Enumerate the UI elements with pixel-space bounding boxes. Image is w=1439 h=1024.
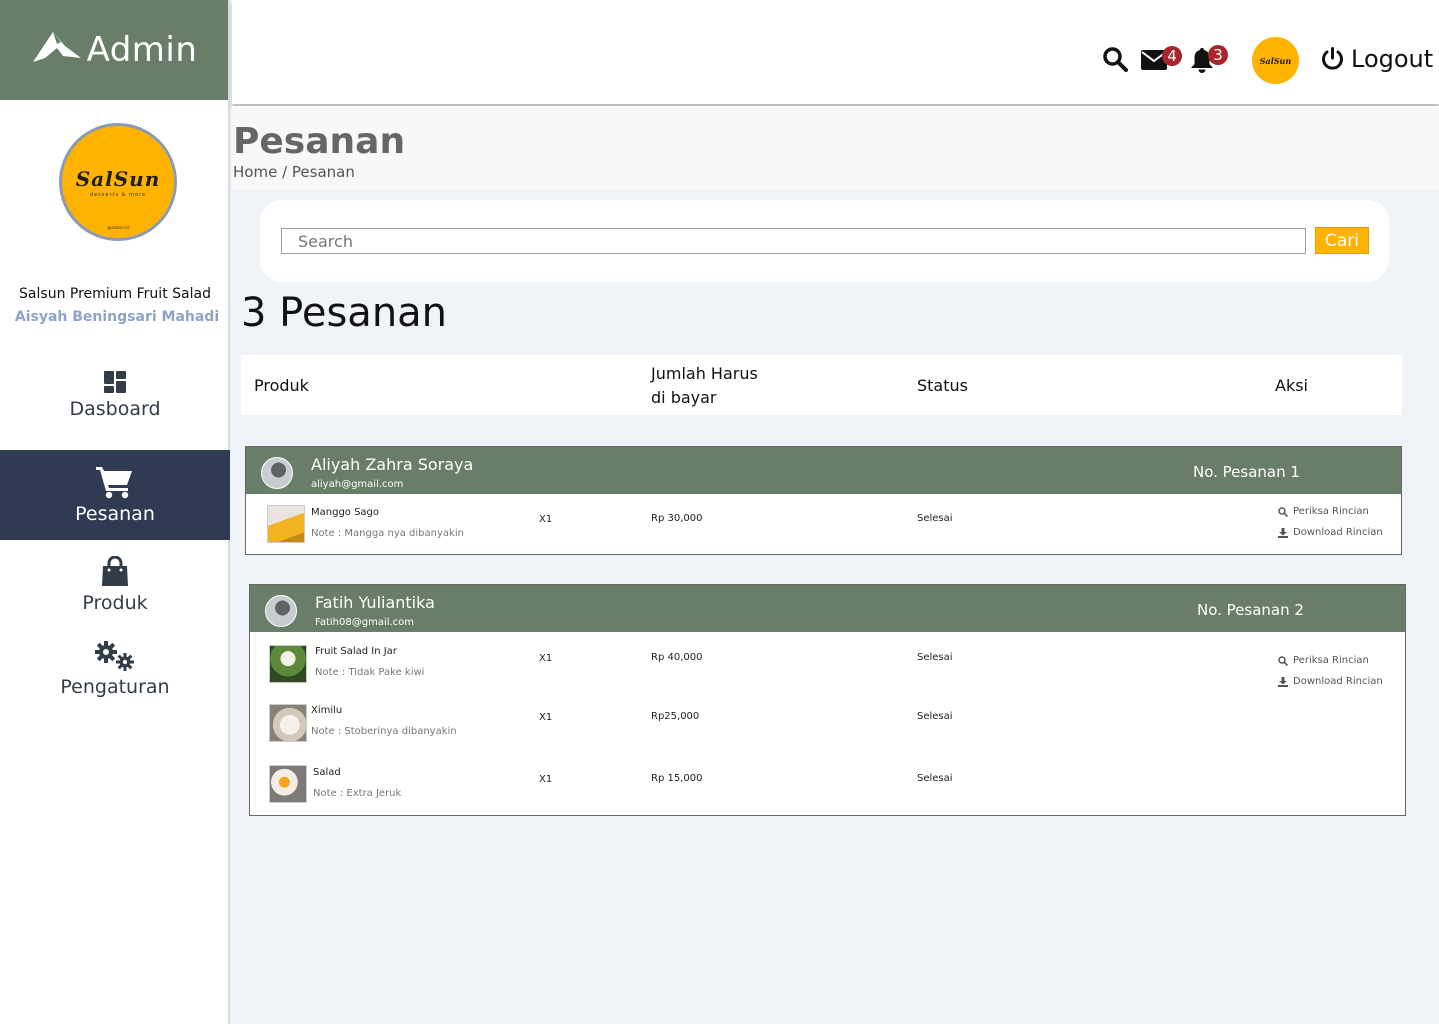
- table-row: Salad Note : Extra Jeruk X1 Rp 15,000 Se…: [250, 752, 1405, 812]
- product-name: Manggo Sago: [311, 507, 380, 518]
- sidebar: Admin SalSun desserts & more @salsun.id …: [0, 0, 230, 1024]
- product-price: Rp25,000: [651, 711, 700, 722]
- search-submit-button[interactable]: Cari: [1315, 227, 1369, 254]
- page-title-area: [232, 106, 1439, 190]
- customer-name: Fatih Yuliantika: [315, 593, 435, 612]
- cart-icon: [96, 467, 132, 499]
- page-title: Pesanan: [233, 121, 406, 162]
- order-number: No. Pesanan 2: [1197, 601, 1304, 619]
- product-status: Selesai: [917, 773, 953, 784]
- product-price: Rp 15,000: [651, 773, 703, 784]
- product-qty: X1: [539, 653, 553, 664]
- download-icon: [1278, 676, 1288, 687]
- header-jumlah-line1: Jumlah Harus: [651, 364, 758, 383]
- download-details-link[interactable]: Download Rincian: [1278, 527, 1383, 538]
- shopping-bag-icon: [102, 556, 128, 586]
- search-icon: [1278, 506, 1288, 517]
- avatar-logo-text: SalSun: [1259, 55, 1292, 66]
- download-details-label: Download Rincian: [1293, 527, 1383, 538]
- customer-avatar: [261, 457, 293, 489]
- sidebar-item-label: Produk: [82, 592, 148, 614]
- view-details-label: Periksa Rincian: [1293, 655, 1369, 666]
- orders-table-header: Produk Jumlah Harus di bayar Status Aksi: [241, 355, 1402, 415]
- sidebar-item-label: Pengaturan: [60, 676, 170, 698]
- product-thumbnail: [269, 645, 307, 683]
- product-name: Fruit Salad In Jar: [315, 646, 397, 657]
- notifications-badge: 3: [1208, 45, 1228, 65]
- logout-label: Logout: [1351, 45, 1434, 73]
- product-note: Note : Extra Jeruk: [313, 788, 402, 799]
- shop-name: Salsun Premium Fruit Salad: [19, 286, 211, 302]
- search-icon: [1103, 47, 1128, 72]
- view-details-label: Periksa Rincian: [1293, 506, 1369, 517]
- brand-header[interactable]: Admin: [0, 0, 228, 100]
- sidebar-item-pesanan[interactable]: Pesanan: [0, 450, 230, 540]
- header-status: Status: [917, 376, 968, 395]
- dashboard-icon: [104, 371, 126, 393]
- sidebar-item-produk[interactable]: Produk: [0, 556, 230, 616]
- power-icon: [1322, 46, 1343, 70]
- product-price: Rp 30,000: [651, 513, 703, 524]
- brand-title: Admin: [86, 30, 198, 70]
- product-note: Note : Stoberinya dibanyakin: [311, 726, 457, 737]
- order-header: Aliyah Zahra Soraya aliyah@gmail.com No.…: [246, 447, 1401, 494]
- customer-email: aliyah@gmail.com: [311, 479, 404, 490]
- product-note: Note : Tidak Pake kiwi: [315, 667, 425, 678]
- gears-icon: [95, 641, 134, 671]
- customer-email: Fatih08@gmail.com: [315, 617, 415, 628]
- store-logo-subtitle: desserts & more: [89, 191, 147, 198]
- search-input[interactable]: [281, 228, 1306, 254]
- product-price: Rp 40,000: [651, 652, 703, 663]
- sidebar-item-label: Dasboard: [69, 398, 161, 420]
- product-status: Selesai: [917, 652, 953, 663]
- search-icon: [1278, 655, 1288, 666]
- logout-button[interactable]: Logout: [1320, 45, 1433, 73]
- product-note: Note : Mangga nya dibanyakin: [311, 528, 464, 539]
- product-qty: X1: [539, 514, 553, 525]
- store-logo-text: SalSun: [75, 166, 161, 191]
- header-jumlah-line2: di bayar: [651, 388, 717, 407]
- search-button[interactable]: [1102, 46, 1128, 76]
- store-logo-avatar: SalSun desserts & more @salsun.id: [59, 123, 177, 241]
- product-name: Ximilu: [311, 705, 343, 716]
- brand-logo-icon: [32, 32, 81, 62]
- table-row: Ximilu Note : Stoberinya dibanyakin X1 R…: [250, 692, 1405, 752]
- header-aksi: Aksi: [1275, 376, 1308, 395]
- order-card-1: Aliyah Zahra Soraya aliyah@gmail.com No.…: [245, 446, 1402, 555]
- store-logo-handle: @salsun.id: [107, 225, 129, 230]
- download-icon: [1278, 527, 1288, 538]
- order-number: No. Pesanan 1: [1193, 463, 1300, 481]
- view-details-link[interactable]: Periksa Rincian: [1278, 655, 1369, 666]
- sidebar-item-dashboard[interactable]: Dasboard: [0, 370, 230, 440]
- product-status: Selesai: [917, 513, 953, 524]
- product-thumbnail: [269, 704, 307, 742]
- download-details-label: Download Rincian: [1293, 676, 1383, 687]
- product-qty: X1: [539, 774, 553, 785]
- table-row: Fruit Salad In Jar Note : Tidak Pake kiw…: [250, 632, 1405, 692]
- messages-badge: 4: [1162, 46, 1182, 66]
- breadcrumb[interactable]: Home / Pesanan: [233, 163, 355, 181]
- header-produk: Produk: [254, 376, 309, 395]
- customer-name: Aliyah Zahra Soraya: [311, 455, 474, 474]
- sidebar-item-pengaturan[interactable]: Pengaturan: [0, 640, 230, 710]
- order-card-2: Fatih Yuliantika Fatih08@gmail.com No. P…: [249, 584, 1406, 816]
- sidebar-item-label: Pesanan: [75, 503, 155, 525]
- user-avatar[interactable]: SalSun: [1252, 37, 1299, 84]
- product-name: Salad: [313, 767, 341, 778]
- product-thumbnail: [267, 505, 305, 543]
- table-row: Manggo Sago Note : Mangga nya dibanyakin…: [246, 494, 1401, 554]
- order-header: Fatih Yuliantika Fatih08@gmail.com No. P…: [250, 585, 1405, 632]
- product-status: Selesai: [917, 711, 953, 722]
- customer-avatar: [265, 595, 297, 627]
- view-details-link[interactable]: Periksa Rincian: [1278, 506, 1369, 517]
- owner-name: Aisyah Beningsari Mahadi: [14, 309, 220, 325]
- download-details-link[interactable]: Download Rincian: [1278, 676, 1383, 687]
- orders-count-title: 3 Pesanan: [241, 290, 448, 336]
- product-thumbnail: [269, 765, 307, 803]
- product-qty: X1: [539, 712, 553, 723]
